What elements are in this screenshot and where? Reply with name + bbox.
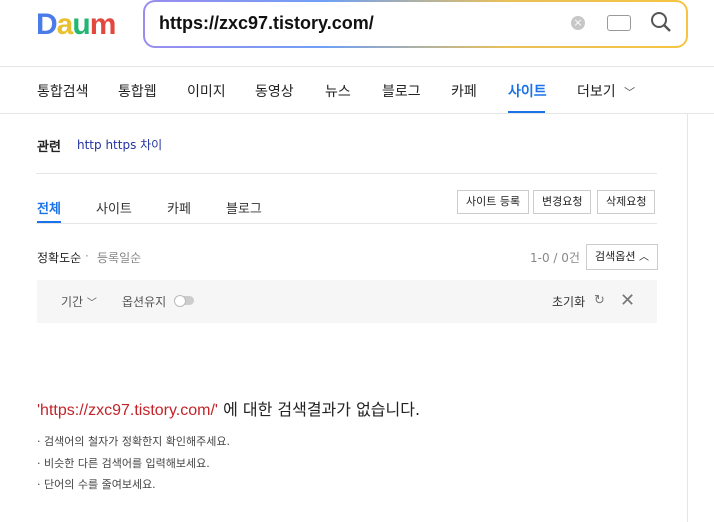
subtab-blog[interactable]: 블로그 bbox=[226, 198, 262, 217]
change-request-button[interactable]: 변경요청 bbox=[533, 190, 592, 214]
tab-video[interactable]: 동영상 bbox=[255, 81, 294, 101]
search-options-button[interactable]: 검색옵션 ︿ bbox=[586, 244, 658, 270]
chevron-up-icon: ︿ bbox=[638, 252, 649, 263]
keep-options-label: 옵션유지 bbox=[122, 295, 167, 309]
tab-news[interactable]: 뉴스 bbox=[325, 81, 351, 101]
tab-more[interactable]: 더보기 ﹀ bbox=[577, 81, 635, 101]
no-result-query: 'https://zxc97.tistory.com/' bbox=[37, 402, 218, 419]
period-label: 기간 bbox=[61, 295, 84, 309]
delete-request-button[interactable]: 삭제요청 bbox=[597, 190, 656, 214]
no-result-suffix: 에 대한 검색결과가 없습니다. bbox=[217, 400, 421, 419]
divider bbox=[36, 173, 657, 174]
keyboard-icon[interactable] bbox=[607, 15, 631, 31]
sort-accuracy[interactable]: 정확도순 bbox=[37, 249, 81, 266]
related-search-link[interactable]: http https 차이 bbox=[77, 136, 162, 153]
close-icon[interactable]: ✕ bbox=[620, 290, 635, 311]
tab-site[interactable]: 사이트 bbox=[508, 81, 547, 101]
divider bbox=[687, 113, 688, 522]
reset-button[interactable]: 초기화 bbox=[552, 293, 585, 310]
tab-web[interactable]: 통합웹 bbox=[118, 81, 157, 101]
tab-more-label: 더보기 bbox=[577, 84, 616, 100]
sort-date[interactable]: 등록일순 bbox=[97, 249, 141, 266]
result-count: 1-0 / 0건 bbox=[530, 251, 580, 265]
keep-options-toggle[interactable] bbox=[174, 295, 194, 307]
tab-integrated[interactable]: 통합검색 bbox=[37, 81, 89, 101]
main-nav: 통합검색 통합웹 이미지 동영상 뉴스 블로그 카페 사이트 더보기 ﹀ bbox=[0, 66, 714, 114]
divider bbox=[36, 223, 657, 224]
no-result-message: 'https://zxc97.tistory.com/' 에 대한 검색결과가 … bbox=[37, 396, 420, 420]
subtab-all[interactable]: 전체 bbox=[37, 198, 61, 217]
tab-blog[interactable]: 블로그 bbox=[382, 81, 421, 101]
tip-item: · 검색어의 철자가 정확한지 확인해주세요. bbox=[37, 435, 231, 448]
subtab-site[interactable]: 사이트 bbox=[96, 198, 132, 217]
tab-images[interactable]: 이미지 bbox=[187, 81, 226, 101]
chevron-down-icon: ﹀ bbox=[624, 86, 636, 99]
filter-bar: 기간 ﹀ 옵션유지 초기화 ↻ ✕ bbox=[37, 280, 657, 323]
daum-logo[interactable]: Daum bbox=[36, 8, 116, 42]
clear-icon[interactable]: × bbox=[571, 16, 585, 30]
tab-cafe[interactable]: 카페 bbox=[451, 81, 477, 101]
tip-item: · 비슷한 다른 검색어를 입력해보세요. bbox=[37, 457, 210, 470]
active-tab-indicator bbox=[508, 111, 545, 113]
search-options-label: 검색옵션 bbox=[595, 250, 636, 263]
search-input[interactable]: https://zxc97.tistory.com/ bbox=[159, 13, 374, 34]
related-label: 관련 bbox=[37, 140, 61, 155]
subtab-cafe[interactable]: 카페 bbox=[167, 198, 191, 217]
site-register-button[interactable]: 사이트 등록 bbox=[457, 190, 530, 214]
search-box[interactable]: https://zxc97.tistory.com/ × bbox=[143, 0, 688, 48]
sort-separator: · bbox=[85, 249, 89, 263]
search-icon[interactable] bbox=[649, 10, 673, 38]
refresh-icon[interactable]: ↻ bbox=[594, 293, 605, 308]
chevron-down-icon: ﹀ bbox=[86, 298, 97, 309]
tip-item: · 단어의 수를 줄여보세요. bbox=[37, 478, 156, 491]
period-dropdown[interactable]: 기간 ﹀ bbox=[61, 293, 97, 310]
